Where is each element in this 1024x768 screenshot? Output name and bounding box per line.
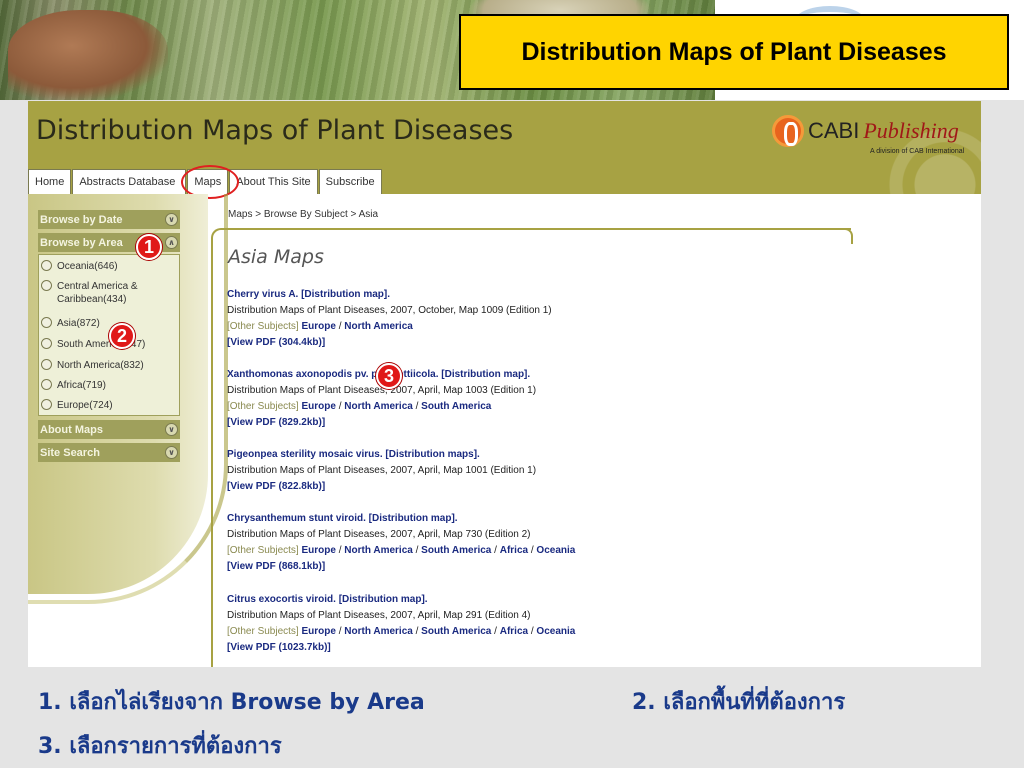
other-subject-link[interactable]: Oceania bbox=[536, 545, 575, 556]
other-subject-link[interactable]: North America bbox=[344, 545, 413, 556]
radio-icon[interactable] bbox=[41, 379, 52, 390]
record-title-link[interactable]: Citrus exocortis viroid. [Distribution m… bbox=[227, 592, 575, 608]
other-subject-link[interactable]: Africa bbox=[500, 626, 528, 637]
site-search-label: Site Search bbox=[40, 446, 100, 459]
view-pdf-link[interactable]: [View PDF (304.4kb)] bbox=[227, 335, 552, 351]
other-subject-link[interactable]: Oceania bbox=[536, 626, 575, 637]
cabi-emblem-icon bbox=[772, 115, 804, 147]
radio-icon[interactable] bbox=[41, 280, 52, 291]
about-maps[interactable]: About Maps ∨ bbox=[38, 420, 180, 439]
record-other-subjects: [Other Subjects] Europe / North America bbox=[227, 321, 413, 332]
browse-by-area-label: Browse by Area bbox=[40, 236, 123, 249]
other-subject-link[interactable]: North America bbox=[344, 401, 413, 412]
area-item-central-america[interactable]: Central America & Caribbean(434) bbox=[41, 280, 161, 306]
radio-icon[interactable] bbox=[41, 399, 52, 410]
page-heading: Asia Maps bbox=[228, 246, 324, 268]
other-subject-link[interactable]: South America bbox=[421, 401, 491, 412]
other-subject-link[interactable]: North America bbox=[344, 321, 413, 332]
view-pdf-link[interactable]: [View PDF (829.2kb)] bbox=[227, 415, 536, 431]
about-maps-label: About Maps bbox=[40, 423, 103, 436]
chevron-down-icon: ∨ bbox=[165, 213, 178, 226]
view-pdf-link[interactable]: [View PDF (868.1kb)] bbox=[227, 559, 575, 575]
view-pdf-link[interactable]: [View PDF (822.8kb)] bbox=[227, 479, 536, 495]
other-subject-link[interactable]: Europe bbox=[301, 545, 335, 556]
other-subject-link[interactable]: Africa bbox=[500, 545, 528, 556]
area-item-europe[interactable]: Europe(724) bbox=[41, 399, 113, 412]
area-label: Asia(872) bbox=[57, 318, 100, 329]
record-source: Distribution Maps of Plant Diseases, 200… bbox=[227, 610, 531, 621]
other-subjects-label: [Other Subjects] bbox=[227, 545, 299, 556]
other-subjects-label: [Other Subjects] bbox=[227, 321, 299, 332]
area-label: North America(832) bbox=[57, 360, 144, 371]
caption-step-1: 1. เลือกไล่เรียงจาก Browse by Area bbox=[38, 690, 425, 715]
record-other-subjects: [Other Subjects] Europe / North America … bbox=[227, 545, 576, 556]
caption-step-2: 2. เลือกพื้นที่ที่ต้องการ bbox=[632, 690, 846, 715]
area-item-africa[interactable]: Africa(719) bbox=[41, 379, 106, 392]
radio-icon[interactable] bbox=[41, 317, 52, 328]
callout-1: 1 bbox=[136, 234, 162, 260]
tab-subscribe[interactable]: Subscribe bbox=[318, 169, 382, 194]
map-record: Citrus exocortis viroid. [Distribution m… bbox=[227, 592, 575, 656]
map-record: Pigeonpea sterility mosaic virus. [Distr… bbox=[227, 447, 536, 495]
chevron-down-icon: ∨ bbox=[165, 423, 178, 436]
other-subject-link[interactable]: North America bbox=[344, 626, 413, 637]
tab-home[interactable]: Home bbox=[28, 169, 72, 194]
record-other-subjects: [Other Subjects] Europe / North America … bbox=[227, 401, 492, 412]
record-source: Distribution Maps of Plant Diseases, 200… bbox=[227, 529, 531, 540]
map-record: Chrysanthemum stunt viroid. [Distributio… bbox=[227, 511, 575, 575]
website-screenshot: Distribution Maps of Plant Diseases CABI… bbox=[28, 101, 981, 667]
cabi-subtitle: A division of CAB International bbox=[870, 148, 965, 155]
area-item-north-america[interactable]: North America(832) bbox=[41, 359, 144, 372]
hands-holding-seeds bbox=[8, 10, 168, 100]
tab-abstracts-database[interactable]: Abstracts Database bbox=[72, 169, 187, 194]
browse-by-date[interactable]: Browse by Date ∨ bbox=[38, 210, 180, 229]
other-subject-link[interactable]: Europe bbox=[301, 401, 335, 412]
area-label: Central America & Caribbean(434) bbox=[57, 281, 138, 305]
other-subjects-label: [Other Subjects] bbox=[227, 401, 299, 412]
radio-icon[interactable] bbox=[41, 359, 52, 370]
slide-title: Distribution Maps of Plant Diseases bbox=[459, 14, 1009, 90]
tab-about-this-site[interactable]: About This Site bbox=[229, 169, 318, 194]
record-title-link[interactable]: Chrysanthemum stunt viroid. [Distributio… bbox=[227, 511, 575, 527]
view-pdf-link[interactable]: [View PDF (1023.7kb)] bbox=[227, 640, 575, 656]
record-other-subjects: [Other Subjects] Europe / North America … bbox=[227, 626, 576, 637]
site-title: Distribution Maps of Plant Diseases bbox=[36, 115, 514, 146]
record-source: Distribution Maps of Plant Diseases, 200… bbox=[227, 305, 552, 316]
other-subject-link[interactable]: Europe bbox=[301, 321, 335, 332]
browse-by-date-label: Browse by Date bbox=[40, 213, 123, 226]
map-record: Cherry virus A. [Distribution map]. Dist… bbox=[227, 287, 552, 351]
record-title-link[interactable]: Pigeonpea sterility mosaic virus. [Distr… bbox=[227, 447, 536, 463]
breadcrumb[interactable]: Maps > Browse By Subject > Asia bbox=[228, 209, 378, 220]
record-title-link[interactable]: Cherry virus A. [Distribution map]. bbox=[227, 287, 552, 303]
other-subject-link[interactable]: South America bbox=[421, 545, 491, 556]
other-subject-link[interactable]: Europe bbox=[301, 626, 335, 637]
chevron-up-icon: ∧ bbox=[165, 236, 178, 249]
area-item-oceania[interactable]: Oceania(646) bbox=[41, 260, 118, 273]
callout-3: 3 bbox=[376, 363, 402, 389]
site-search[interactable]: Site Search ∨ bbox=[38, 443, 180, 462]
area-label: Europe(724) bbox=[57, 400, 113, 411]
radio-icon[interactable] bbox=[41, 260, 52, 271]
cabi-name: CABI bbox=[808, 118, 860, 143]
chevron-down-icon: ∨ bbox=[165, 446, 178, 459]
callout-2: 2 bbox=[109, 323, 135, 349]
area-label: Oceania(646) bbox=[57, 261, 118, 272]
slide: Distribution Maps of Plant Diseases Dist… bbox=[0, 0, 1024, 768]
radio-icon[interactable] bbox=[41, 338, 52, 349]
area-label: Africa(719) bbox=[57, 380, 106, 391]
other-subject-link[interactable]: South America bbox=[421, 626, 491, 637]
record-source: Distribution Maps of Plant Diseases, 200… bbox=[227, 465, 537, 476]
cabi-publishing: Publishing bbox=[863, 118, 959, 143]
area-item-asia[interactable]: Asia(872) bbox=[41, 317, 100, 330]
cabi-logo[interactable]: CABI Publishing bbox=[772, 113, 959, 149]
caption-step-3: 3. เลือกรายการที่ต้องการ bbox=[38, 734, 282, 759]
other-subjects-label: [Other Subjects] bbox=[227, 626, 299, 637]
